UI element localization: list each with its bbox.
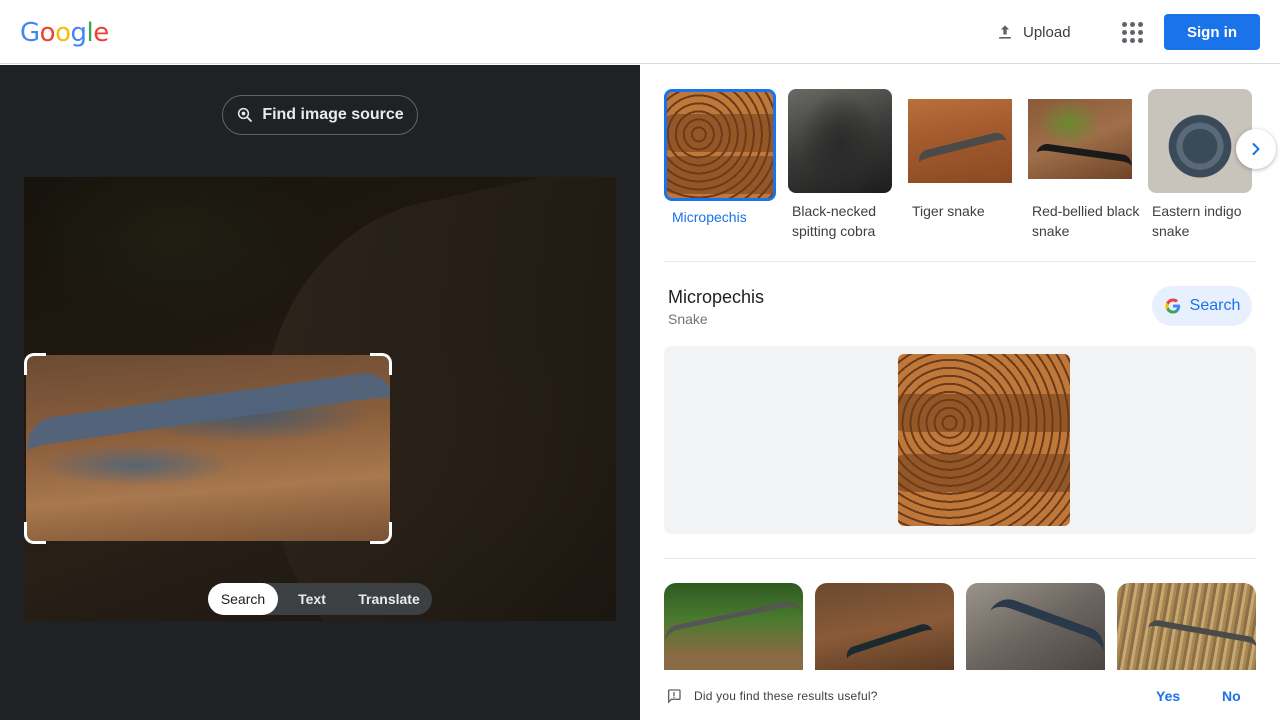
sign-in-button[interactable]: Sign in <box>1164 14 1260 50</box>
entity-chip[interactable]: Black-necked spitting cobra <box>788 89 900 241</box>
logo-letter: o <box>39 18 56 48</box>
visual-match-image[interactable] <box>664 583 803 673</box>
entity-chip[interactable]: Micropechis <box>664 89 776 227</box>
feedback-question: Did you find these results useful? <box>694 689 878 703</box>
chip-label: Red-bellied black snake <box>1032 203 1140 239</box>
chip-label: Micropechis <box>672 209 747 225</box>
visual-match-image[interactable] <box>1117 583 1256 673</box>
visual-matches-grid <box>664 583 1256 673</box>
entity-title: Micropechis <box>668 287 765 307</box>
entity-image-card <box>664 346 1256 534</box>
mode-translate-tab[interactable]: Translate <box>346 583 432 615</box>
visual-match-image[interactable] <box>966 583 1105 673</box>
lens-search-icon <box>238 107 253 122</box>
chevron-right-icon <box>1252 143 1260 155</box>
crop-handle-bottom-right[interactable] <box>370 522 392 544</box>
upload-label: Upload <box>1023 23 1071 41</box>
entity-chips: Micropechis Black-necked spitting cobra … <box>664 89 1256 249</box>
divider <box>664 558 1256 559</box>
entity-search-button[interactable]: Search <box>1152 286 1252 326</box>
google-logo[interactable]: Google <box>20 18 109 48</box>
chip-thumbnail <box>908 89 1012 193</box>
logo-letter: G <box>20 18 40 48</box>
crop-handle-top-right[interactable] <box>370 353 392 375</box>
feedback-bar: Did you find these results useful? Yes N… <box>640 670 1280 720</box>
feedback-yes-button[interactable]: Yes <box>1156 688 1180 704</box>
entity-chip[interactable]: Red-bellied black snake <box>1028 89 1140 241</box>
entity-search-label: Search <box>1189 297 1241 314</box>
mode-text-tab[interactable]: Text <box>278 583 346 615</box>
find-image-source-button[interactable]: Find image source <box>222 95 418 135</box>
logo-letter: e <box>93 18 109 48</box>
mode-search-tab[interactable]: Search <box>208 583 278 615</box>
chip-label: Eastern indigo snake <box>1152 203 1242 239</box>
mode-switcher: Search Text Translate <box>208 583 432 615</box>
logo-letter: l <box>86 18 94 48</box>
crop-handle-bottom-left[interactable] <box>24 522 46 544</box>
upload-icon <box>999 25 1011 39</box>
top-bar: Google Upload Sign in <box>0 0 1280 64</box>
feedback-no-button[interactable]: No <box>1222 688 1241 704</box>
google-g-icon <box>1165 298 1180 314</box>
find-image-source-label: Find image source <box>262 106 404 123</box>
chip-label: Black-necked spitting cobra <box>792 203 877 239</box>
crop-handle-top-left[interactable] <box>24 353 46 375</box>
logo-letter: g <box>70 18 88 48</box>
visual-match-image[interactable] <box>815 583 954 673</box>
chip-thumbnail <box>664 89 776 201</box>
apps-grid-icon[interactable] <box>1118 16 1146 48</box>
chip-thumbnail <box>788 89 892 193</box>
crop-selection[interactable] <box>26 355 390 541</box>
chip-thumbnail <box>1028 89 1132 193</box>
entity-image[interactable] <box>898 354 1070 526</box>
results-panel: Micropechis Black-necked spitting cobra … <box>640 65 1280 720</box>
entity-subtitle: Snake <box>668 311 708 327</box>
chip-label: Tiger snake <box>912 203 985 219</box>
chips-next-button[interactable] <box>1236 129 1276 169</box>
divider <box>664 261 1256 262</box>
entity-chip[interactable]: Tiger snake <box>908 89 1020 221</box>
feedback-icon <box>668 689 681 704</box>
logo-letter: o <box>55 18 71 48</box>
upload-button[interactable]: Upload <box>985 16 1081 48</box>
